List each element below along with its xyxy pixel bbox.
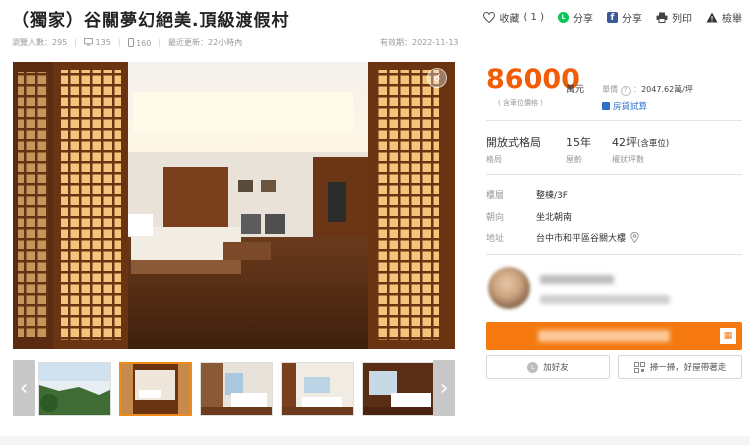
divider: | [158,38,162,47]
divider [486,254,742,255]
age-value: 15年 [566,136,591,149]
printer-icon [656,12,668,24]
main-photo[interactable]: ☌ [13,62,455,349]
room-photo [13,62,455,349]
updated-value: 22小時內 [208,38,243,47]
thumb-image [39,363,110,415]
unit-price-value: 2047.62萬/坪 [641,85,693,94]
unit-price-label: 單價 [602,85,618,94]
page-bottom-bar [0,436,750,445]
thumbnail[interactable] [38,362,111,416]
valid-value: 2022-11-13 [412,38,459,47]
thumbnail-selected[interactable] [119,362,192,416]
desktop-stat: 135 [84,38,111,47]
calculator-icon [602,102,610,110]
line-icon: L [558,12,569,23]
area-extra: (含車位) [637,139,670,149]
meta-line: 瀏覽人數：295 | 135 | 160 | 最近更新：22小時內 [12,37,242,48]
views-value: 295 [52,38,68,47]
thumbnail[interactable] [281,362,354,416]
mobile-count: 160 [136,38,152,48]
chevron-right-icon: › [439,375,449,401]
thumb-image [201,363,272,415]
favorite-count: ( 1 ) [523,12,544,23]
price-note: ( 含車位價格 ) [498,99,543,107]
thumbnail-strip: ‹ › [13,360,455,416]
area-number: 42坪 [612,136,637,149]
facebook-share-label: 分享 [622,14,642,25]
add-friend-label: 加好友 [543,363,569,373]
desktop-icon [84,38,93,46]
page-title: （獨家）谷關夢幻絕美.頂級渡假村 [12,11,290,31]
report-label: 檢舉 [722,14,742,25]
map-pin-icon[interactable] [630,232,639,243]
warning-icon [706,12,718,24]
facing-label: 朝向 [486,213,505,223]
floor-label: 樓層 [486,191,505,201]
loan-calculator-link[interactable]: 房貸試算 [602,100,647,112]
divider: | [74,38,77,47]
price-unit: 萬元 [566,85,585,95]
divider [486,174,742,175]
facebook-icon: f [607,12,618,23]
avatar [488,267,530,309]
divider: | [117,38,121,47]
print-label: 列印 [672,14,692,25]
valid-date: 有效期：2022-11-13 [380,37,459,48]
line-share-button[interactable]: L 分享 [558,10,593,25]
age-label: 屋齡 [566,155,582,164]
floor-value: 整棟/3F [536,191,568,201]
qr-code-icon [633,361,645,373]
info-icon[interactable]: ? [620,86,631,96]
facebook-share-button[interactable]: f 分享 [607,10,642,25]
report-button[interactable]: 檢舉 [706,10,742,25]
line-icon: L [527,361,539,373]
thumb-image [121,364,190,414]
layout-label: 格局 [486,155,502,164]
heart-icon [483,12,496,24]
thumbnail[interactable] [200,362,273,416]
mobile-icon [127,37,134,47]
views-stat: 瀏覽人數：295 [12,37,67,48]
desktop-count: 135 [95,38,111,47]
unit-price: 單價 ? ：2047.62萬/坪 [602,85,693,96]
views-label: 瀏覽人數： [12,38,52,47]
layout-value: 開放式格局 [486,136,541,149]
area-label: 權狀坪數 [612,155,644,164]
scan-label: 掃一掃，好屋帶著走 [649,363,727,373]
loan-label: 房貸試算 [613,102,648,112]
address-label: 地址 [486,234,505,244]
thumbnail[interactable] [362,362,435,416]
zoom-icon[interactable]: ☌ [427,68,447,88]
chevron-left-icon: ‹ [19,375,29,401]
thumb-image [282,363,353,415]
scan-qr-button[interactable]: 掃一掃，好屋帶著走 [618,355,742,379]
divider [486,120,742,121]
agent-company-redacted [540,295,670,304]
address-row: 台中市和平區谷關大樓 [536,231,639,244]
facing-value: 坐北朝南 [536,213,573,223]
qr-code-icon[interactable]: ▦ [720,328,736,344]
thumb-prev-button[interactable]: ‹ [13,360,35,416]
action-bar: 收藏 ( 1 ) L 分享 f 分享 列印 檢舉 [483,10,742,25]
agent-name-redacted [540,275,614,284]
phone-number-redacted [538,330,670,342]
updated-stat: 最近更新：22小時內 [168,37,242,48]
thumb-image [363,363,434,415]
favorite-button[interactable]: 收藏 ( 1 ) [483,10,544,25]
updated-label: 最近更新： [168,38,209,47]
valid-label: 有效期： [380,38,412,47]
line-share-label: 分享 [573,14,593,25]
area-value: 42坪(含車位) [612,134,669,150]
thumb-next-button[interactable]: › [433,360,455,416]
favorite-label: 收藏 [499,14,520,25]
mobile-stat: 160 [127,37,152,48]
call-button[interactable]: ▦ [486,322,742,350]
address-value: 台中市和平區谷關大樓 [536,234,627,244]
print-button[interactable]: 列印 [656,10,692,25]
add-friend-button[interactable]: L 加好友 [486,355,610,379]
